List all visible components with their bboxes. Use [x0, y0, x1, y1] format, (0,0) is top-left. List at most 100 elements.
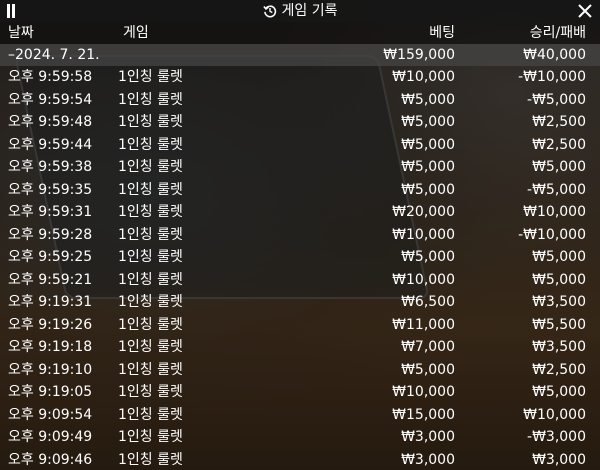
history-icon	[262, 5, 276, 18]
row-time: 오후 9:59:38	[8, 159, 93, 175]
row-result: ₩5,500	[532, 316, 586, 333]
row-game: 1인칭 룰렛	[118, 69, 183, 85]
row-bet: ₩5,000	[401, 136, 455, 153]
row-time: 오후 9:59:31	[8, 204, 93, 220]
row-time: 오후 9:19:05	[8, 384, 93, 400]
row-time: 오후 9:59:28	[8, 226, 93, 243]
game-history-window: 게임 기록 날짜 게임 베팅 승리/패배 –2024. 7. 21. ₩159,…	[0, 0, 600, 470]
summary-result: ₩40,000	[523, 47, 586, 63]
row-game: 1인칭 룰렛	[118, 429, 183, 445]
row-time: 오후 9:19:10	[8, 361, 93, 378]
row-result: ₩5,000	[532, 159, 586, 175]
row-bet: ₩20,000	[392, 204, 455, 220]
row-result: -₩5,000	[527, 91, 586, 108]
row-game: 1인칭 룰렛	[118, 159, 183, 175]
window-title: 게임 기록	[281, 3, 338, 19]
row-bet: ₩10,000	[392, 226, 455, 243]
table-header: 날짜 게임 베팅 승리/패배	[0, 22, 600, 44]
table-row[interactable]: 오후 9:09:49 1인칭 룰렛 ₩3,000 -₩3,000	[0, 426, 600, 449]
row-time: 오후 9:59:54	[8, 91, 93, 108]
row-bet: ₩5,000	[401, 114, 455, 130]
row-result: -₩3,000	[527, 429, 586, 445]
row-time: 오후 9:59:48	[8, 114, 93, 130]
row-bet: ₩5,000	[401, 91, 455, 108]
table-row[interactable]: 오후 9:09:46 1인칭 룰렛 ₩3,000 ₩3,000	[0, 449, 600, 470]
table-row[interactable]: 오후 9:59:54 1인칭 룰렛 ₩5,000 -₩5,000	[0, 89, 600, 112]
row-result: ₩2,500	[532, 136, 586, 153]
row-game: 1인칭 룰렛	[118, 406, 183, 423]
row-game: 1인칭 룰렛	[118, 271, 183, 288]
row-game: 1인칭 룰렛	[118, 316, 183, 333]
close-icon[interactable]	[576, 2, 594, 20]
table-row[interactable]: 오후 9:19:31 1인칭 룰렛 ₩6,500 ₩3,500	[0, 291, 600, 314]
row-game: 1인칭 룰렛	[118, 249, 183, 265]
header-result[interactable]: 승리/패배	[530, 22, 586, 44]
table-row[interactable]: 오후 9:59:31 1인칭 룰렛 ₩20,000 ₩10,000	[0, 201, 600, 224]
history-list: 오후 9:59:58 1인칭 룰렛 ₩10,000 -₩10,000 오후 9:…	[0, 66, 600, 470]
row-bet: ₩11,000	[392, 316, 455, 333]
row-bet: ₩7,000	[401, 339, 455, 355]
row-game: 1인칭 룰렛	[118, 339, 183, 355]
row-time: 오후 9:59:35	[8, 181, 93, 198]
row-time: 오후 9:09:46	[8, 451, 93, 468]
row-time: 오후 9:59:58	[8, 69, 93, 85]
table-row[interactable]: 오후 9:59:58 1인칭 룰렛 ₩10,000 -₩10,000	[0, 66, 600, 89]
row-result: ₩5,000	[532, 271, 586, 288]
table-row[interactable]: 오후 9:19:10 1인칭 룰렛 ₩5,000 ₩2,500	[0, 359, 600, 382]
row-result: ₩3,500	[532, 339, 586, 355]
row-time: 오후 9:59:25	[8, 249, 93, 265]
row-bet: ₩6,500	[401, 294, 455, 310]
table-row[interactable]: 오후 9:19:05 1인칭 룰렛 ₩10,000 ₩5,000	[0, 381, 600, 404]
table-row[interactable]: 오후 9:19:18 1인칭 룰렛 ₩7,000 ₩3,500	[0, 336, 600, 359]
row-result: ₩10,000	[523, 204, 586, 220]
row-time: 오후 9:09:54	[8, 406, 93, 423]
row-bet: ₩3,000	[401, 429, 455, 445]
header-bet[interactable]: 베팅	[429, 22, 455, 44]
table-row[interactable]: 오후 9:59:38 1인칭 룰렛 ₩5,000 ₩5,000	[0, 156, 600, 179]
row-bet: ₩10,000	[392, 384, 455, 400]
date-summary-row[interactable]: –2024. 7. 21. ₩159,000 ₩40,000	[0, 44, 600, 66]
row-game: 1인칭 룰렛	[118, 384, 183, 400]
row-bet: ₩5,000	[401, 361, 455, 378]
summary-bet: ₩159,000	[383, 47, 455, 63]
row-game: 1인칭 룰렛	[118, 204, 183, 220]
table-row[interactable]: 오후 9:19:26 1인칭 룰렛 ₩11,000 ₩5,500	[0, 314, 600, 337]
row-bet: ₩15,000	[392, 406, 455, 423]
row-result: -₩10,000	[518, 226, 586, 243]
row-time: 오후 9:59:44	[8, 136, 93, 153]
row-game: 1인칭 룰렛	[118, 91, 183, 108]
table-row[interactable]: 오후 9:59:21 1인칭 룰렛 ₩10,000 ₩5,000	[0, 269, 600, 292]
row-result: ₩3,000	[532, 451, 586, 468]
row-result: ₩2,500	[532, 114, 586, 130]
row-bet: ₩5,000	[401, 249, 455, 265]
row-time: 오후 9:19:26	[8, 316, 93, 333]
header-game[interactable]: 게임	[123, 22, 149, 44]
row-result: ₩3,500	[532, 294, 586, 310]
table-row[interactable]: 오후 9:59:44 1인칭 룰렛 ₩5,000 ₩2,500	[0, 134, 600, 157]
row-game: 1인칭 룰렛	[118, 226, 183, 243]
row-time: 오후 9:59:21	[8, 271, 93, 288]
row-result: ₩2,500	[532, 361, 586, 378]
row-game: 1인칭 룰렛	[118, 136, 183, 153]
header-date[interactable]: 날짜	[8, 22, 34, 44]
table-row[interactable]: 오후 9:09:54 1인칭 룰렛 ₩15,000 ₩10,000	[0, 404, 600, 427]
row-time: 오후 9:19:18	[8, 339, 93, 355]
row-bet: ₩3,000	[401, 451, 455, 468]
summary-date: –2024. 7. 21.	[8, 47, 100, 63]
row-bet: ₩10,000	[392, 271, 455, 288]
row-result: ₩5,000	[532, 249, 586, 265]
row-result: ₩5,000	[532, 384, 586, 400]
row-time: 오후 9:19:31	[8, 294, 93, 310]
table-row[interactable]: 오후 9:59:25 1인칭 룰렛 ₩5,000 ₩5,000	[0, 246, 600, 269]
row-result: -₩5,000	[527, 181, 586, 198]
table-row[interactable]: 오후 9:59:48 1인칭 룰렛 ₩5,000 ₩2,500	[0, 111, 600, 134]
row-bet: ₩10,000	[392, 69, 455, 85]
row-game: 1인칭 룰렛	[118, 294, 183, 310]
table-row[interactable]: 오후 9:59:35 1인칭 룰렛 ₩5,000 -₩5,000	[0, 179, 600, 202]
table-row[interactable]: 오후 9:59:28 1인칭 룰렛 ₩10,000 -₩10,000	[0, 224, 600, 247]
row-bet: ₩5,000	[401, 159, 455, 175]
row-game: 1인칭 룰렛	[118, 451, 183, 468]
row-result: -₩10,000	[518, 69, 586, 85]
pause-icon[interactable]	[6, 4, 16, 18]
row-game: 1인칭 룰렛	[118, 181, 183, 198]
